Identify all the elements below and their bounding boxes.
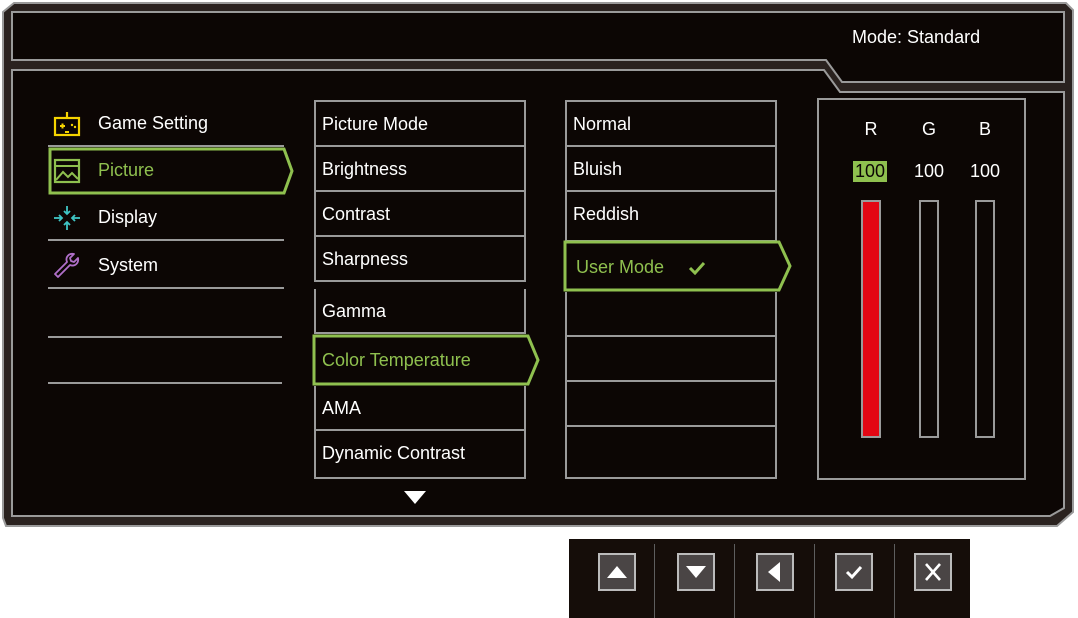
channel-value-g[interactable]: 100 bbox=[911, 161, 947, 182]
channel-value-r[interactable]: 100 bbox=[853, 161, 887, 182]
category-system[interactable]: System bbox=[48, 243, 284, 289]
left-button[interactable] bbox=[756, 553, 794, 591]
divider bbox=[894, 544, 895, 618]
divider bbox=[48, 239, 284, 241]
category-display[interactable]: Display bbox=[48, 195, 284, 241]
down-button[interactable] bbox=[677, 553, 715, 591]
menu-item-bluish[interactable]: Bluish bbox=[565, 147, 777, 192]
divider bbox=[654, 544, 655, 618]
menu-item-dynamic-contrast[interactable]: Dynamic Contrast bbox=[314, 431, 526, 479]
divider bbox=[814, 544, 815, 618]
channel-bar-fill bbox=[863, 202, 879, 436]
menu-item-ama[interactable]: AMA bbox=[314, 386, 526, 431]
channel-label-r: R bbox=[864, 119, 878, 139]
left-icon bbox=[768, 562, 780, 582]
menu-item-label: AMA bbox=[322, 398, 362, 418]
menu-item-label: Dynamic Contrast bbox=[322, 443, 466, 463]
menu-item-empty bbox=[565, 337, 777, 382]
down-icon bbox=[686, 566, 706, 578]
close-button[interactable] bbox=[914, 553, 952, 591]
category-picture[interactable]: Picture bbox=[48, 148, 284, 194]
gamepad-icon bbox=[53, 112, 81, 137]
menu-item-empty bbox=[565, 292, 777, 337]
channel-label-b: B bbox=[978, 119, 991, 139]
category-label: System bbox=[98, 255, 159, 275]
category-label: Picture bbox=[98, 160, 155, 180]
menu-item-empty bbox=[565, 382, 777, 427]
menu-item-label: User Mode bbox=[576, 257, 665, 277]
wrench-icon bbox=[54, 252, 80, 278]
menu-item-user-mode[interactable]: User Mode bbox=[566, 242, 778, 290]
menu-item-label: Brightness bbox=[322, 159, 408, 179]
menu-item-label: Normal bbox=[573, 114, 632, 134]
menu-item-reddish[interactable]: Reddish bbox=[565, 192, 777, 242]
divider bbox=[734, 544, 735, 618]
channel-label-g: G bbox=[921, 119, 936, 139]
category-label: Display bbox=[98, 207, 158, 227]
category-game-setting[interactable]: Game Setting bbox=[48, 101, 284, 147]
menu-item-contrast[interactable]: Contrast bbox=[314, 192, 526, 237]
menu-item-label: Picture Mode bbox=[322, 114, 429, 134]
menu-item-label: Reddish bbox=[573, 204, 640, 224]
menu-item-gamma[interactable]: Gamma bbox=[314, 289, 526, 334]
channel-bar-b[interactable] bbox=[975, 200, 995, 438]
picture-icon bbox=[53, 158, 81, 184]
triangle-down-icon bbox=[404, 491, 426, 504]
menu-item-empty bbox=[565, 427, 777, 479]
channel-bar-r[interactable] bbox=[861, 200, 881, 438]
up-button[interactable] bbox=[598, 553, 636, 591]
divider bbox=[48, 382, 282, 384]
menu-item-brightness[interactable]: Brightness bbox=[314, 147, 526, 192]
mode-label: Mode: Standard bbox=[852, 27, 981, 47]
channel-value-b[interactable]: 100 bbox=[967, 161, 1003, 182]
divider bbox=[48, 287, 284, 289]
menu-item-label: Gamma bbox=[322, 301, 387, 321]
display-arrows-icon bbox=[54, 206, 80, 230]
menu-item-color-temperature[interactable]: Color Temperature bbox=[314, 336, 526, 384]
category-label: Game Setting bbox=[98, 113, 209, 133]
up-icon bbox=[607, 566, 627, 578]
menu-item-picture-mode[interactable]: Picture Mode bbox=[314, 100, 526, 147]
menu-item-sharpness[interactable]: Sharpness bbox=[314, 237, 526, 282]
divider bbox=[48, 336, 282, 338]
menu-item-label: Bluish bbox=[573, 159, 623, 179]
menu-item-normal[interactable]: Normal bbox=[565, 100, 777, 147]
confirm-button[interactable] bbox=[835, 553, 873, 591]
close-icon bbox=[925, 563, 941, 581]
confirm-icon bbox=[845, 565, 863, 580]
menu-item-label: Color Temperature bbox=[322, 350, 471, 370]
channel-bar-g[interactable] bbox=[919, 200, 939, 438]
checkmark-icon bbox=[688, 261, 706, 275]
menu-item-label: Contrast bbox=[322, 204, 391, 224]
menu-item-label: Sharpness bbox=[322, 249, 409, 269]
